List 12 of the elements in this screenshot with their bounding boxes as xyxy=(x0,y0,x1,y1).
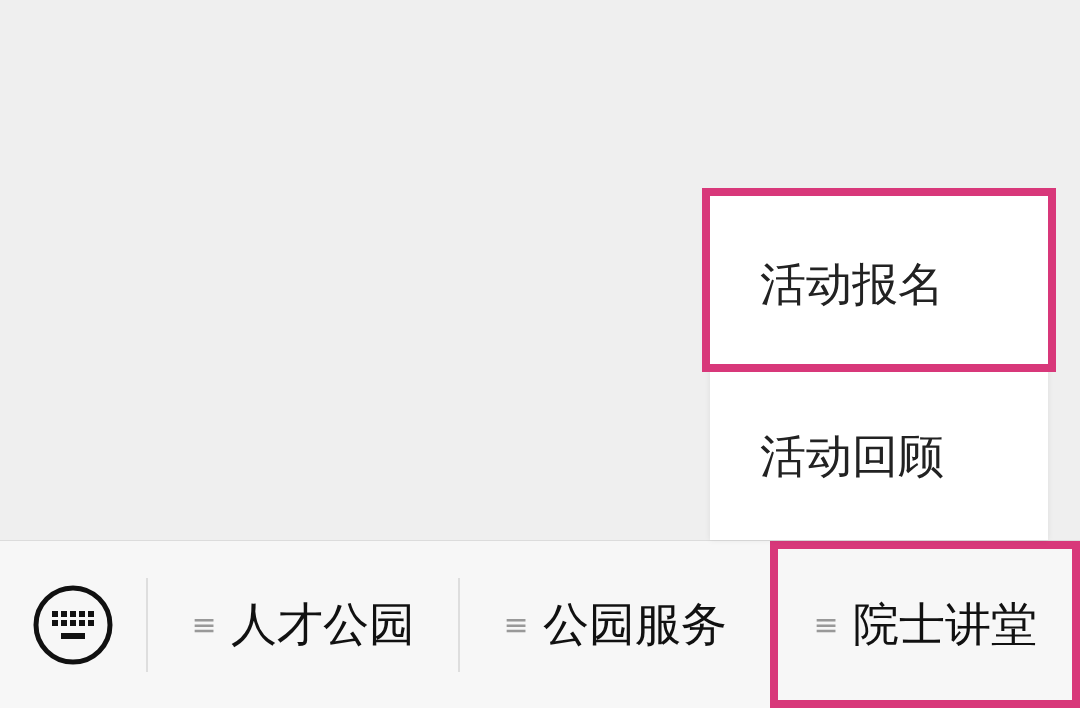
menu-tab[interactable]: ≡ 人才公园 xyxy=(148,541,458,708)
menu-handle-icon: ≡ xyxy=(813,602,839,647)
menu-tab[interactable]: ≡ 院士讲堂 xyxy=(770,541,1080,708)
keyboard-icon[interactable] xyxy=(32,583,114,666)
tab-label: 人才公园 xyxy=(230,596,415,653)
menu-tab[interactable]: ≡ 公园服务 xyxy=(460,541,770,708)
menu-handle-icon: ≡ xyxy=(503,602,529,647)
tab-label: 院士讲堂 xyxy=(852,596,1037,653)
menu-item[interactable]: 活动回顾 xyxy=(710,372,1048,540)
menu-handle-icon: ≡ xyxy=(191,602,217,647)
menu-item[interactable]: 活动报名 xyxy=(702,188,1056,372)
tab-label: 公园服务 xyxy=(542,596,727,653)
